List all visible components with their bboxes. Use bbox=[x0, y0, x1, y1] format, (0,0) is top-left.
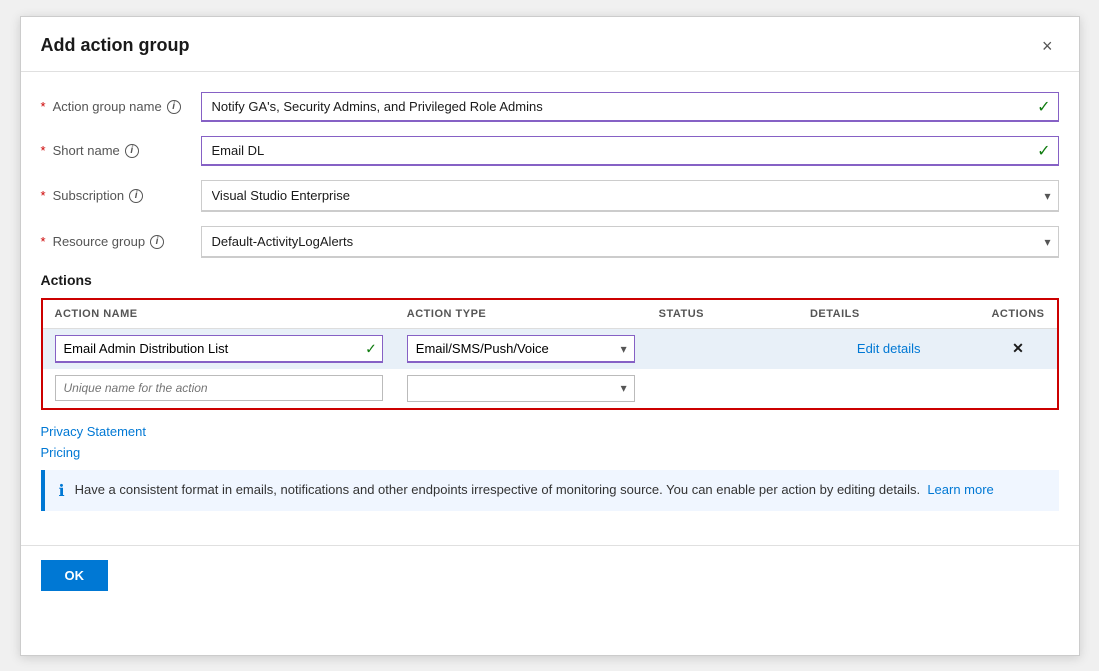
short-name-control: ✓ bbox=[201, 136, 1059, 166]
dialog-header: Add action group × bbox=[21, 17, 1079, 72]
required-star: * bbox=[41, 143, 46, 158]
close-button[interactable]: × bbox=[1036, 33, 1059, 59]
action-name-check-icon: ✓ bbox=[365, 340, 377, 357]
empty-status-cell bbox=[647, 369, 798, 408]
subscription-row: * Subscription i Visual Studio Enterpris… bbox=[41, 180, 1059, 212]
action-type-select[interactable]: Email/SMS/Push/Voice Automation Runbook … bbox=[407, 335, 635, 363]
required-star: * bbox=[41, 188, 46, 203]
add-action-group-dialog: Add action group × * Action group name i… bbox=[20, 16, 1080, 656]
action-name-cell: ✓ bbox=[43, 328, 395, 369]
empty-action-name-cell bbox=[43, 369, 395, 408]
short-name-check-icon: ✓ bbox=[1037, 141, 1050, 161]
table-empty-row: Email/SMS/Push/Voice Automation Runbook … bbox=[43, 369, 1057, 408]
resource-group-select-wrapper: Default-ActivityLogAlerts ▾ bbox=[201, 226, 1059, 258]
ok-button[interactable]: OK bbox=[41, 560, 109, 591]
action-group-name-check-icon: ✓ bbox=[1037, 97, 1050, 117]
short-name-row: * Short name i ✓ bbox=[41, 136, 1059, 166]
required-star: * bbox=[41, 99, 46, 114]
learn-more-link[interactable]: Learn more bbox=[927, 482, 993, 497]
empty-type-select-wrapper: Email/SMS/Push/Voice Automation Runbook … bbox=[407, 375, 635, 402]
resource-group-select[interactable]: Default-ActivityLogAlerts bbox=[201, 226, 1059, 258]
pricing-item: Pricing bbox=[41, 445, 1059, 460]
info-banner: ℹ Have a consistent format in emails, no… bbox=[41, 470, 1059, 511]
label-text: Short name bbox=[53, 143, 120, 158]
subscription-info-icon[interactable]: i bbox=[129, 189, 143, 203]
actions-section-title: Actions bbox=[41, 272, 1059, 288]
short-name-label: * Short name i bbox=[41, 143, 201, 158]
required-star: * bbox=[41, 234, 46, 249]
action-name-wrapper: ✓ bbox=[55, 335, 383, 363]
details-cell: Edit details bbox=[798, 328, 980, 369]
subscription-select[interactable]: Visual Studio Enterprise bbox=[201, 180, 1059, 212]
label-text: Resource group bbox=[53, 234, 146, 249]
subscription-select-wrapper: Visual Studio Enterprise ▾ bbox=[201, 180, 1059, 212]
info-banner-text: Have a consistent format in emails, noti… bbox=[75, 480, 994, 500]
resource-group-info-icon[interactable]: i bbox=[150, 235, 164, 249]
resource-group-control: Default-ActivityLogAlerts ▾ bbox=[201, 226, 1059, 258]
label-text: Action group name bbox=[53, 99, 162, 114]
actions-table-wrapper: ACTION NAME ACTION TYPE STATUS DETAILS A… bbox=[41, 298, 1059, 410]
new-action-type-select[interactable]: Email/SMS/Push/Voice Automation Runbook … bbox=[407, 375, 635, 402]
actions-section: Actions ACTION NAME ACTION TYPE STATUS D… bbox=[41, 272, 1059, 511]
action-group-name-control: ✓ bbox=[201, 92, 1059, 122]
resource-group-row: * Resource group i Default-ActivityLogAl… bbox=[41, 226, 1059, 258]
action-type-select-wrapper: Email/SMS/Push/Voice Automation Runbook … bbox=[407, 335, 635, 363]
empty-details-cell bbox=[798, 369, 980, 408]
short-name-info-icon[interactable]: i bbox=[125, 144, 139, 158]
col-header-actions: ACTIONS bbox=[979, 300, 1056, 329]
label-text: Subscription bbox=[53, 188, 125, 203]
dialog-body: * Action group name i ✓ * Short name i ✓ bbox=[21, 72, 1079, 537]
short-name-input[interactable] bbox=[201, 136, 1059, 166]
action-group-name-label: * Action group name i bbox=[41, 99, 201, 114]
action-name-field[interactable] bbox=[55, 335, 383, 363]
subscription-control: Visual Studio Enterprise ▾ bbox=[201, 180, 1059, 212]
actions-table-body: ✓ Email/SMS/Push/Voice Automation Runboo… bbox=[43, 328, 1057, 408]
action-group-name-info-icon[interactable]: i bbox=[167, 100, 181, 114]
action-group-name-input[interactable] bbox=[201, 92, 1059, 122]
dialog-title: Add action group bbox=[41, 35, 190, 56]
status-cell bbox=[647, 328, 798, 369]
empty-action-type-cell: Email/SMS/Push/Voice Automation Runbook … bbox=[395, 369, 647, 408]
dialog-footer: OK bbox=[21, 545, 1079, 605]
pricing-link[interactable]: Pricing bbox=[41, 445, 81, 460]
table-row: ✓ Email/SMS/Push/Voice Automation Runboo… bbox=[43, 328, 1057, 369]
edit-details-link[interactable]: Edit details bbox=[857, 341, 921, 356]
actions-table-header-row: ACTION NAME ACTION TYPE STATUS DETAILS A… bbox=[43, 300, 1057, 329]
delete-cell: ✕ bbox=[979, 328, 1056, 369]
actions-table: ACTION NAME ACTION TYPE STATUS DETAILS A… bbox=[43, 300, 1057, 408]
empty-actions-cell bbox=[979, 369, 1056, 408]
col-header-status: STATUS bbox=[647, 300, 798, 329]
actions-table-head: ACTION NAME ACTION TYPE STATUS DETAILS A… bbox=[43, 300, 1057, 329]
action-type-cell: Email/SMS/Push/Voice Automation Runbook … bbox=[395, 328, 647, 369]
privacy-statement-link[interactable]: Privacy Statement bbox=[41, 424, 147, 439]
col-header-action-type: ACTION TYPE bbox=[395, 300, 647, 329]
action-group-name-row: * Action group name i ✓ bbox=[41, 92, 1059, 122]
col-header-details: DETAILS bbox=[798, 300, 980, 329]
info-banner-icon: ℹ bbox=[59, 481, 65, 501]
new-action-name-input[interactable] bbox=[55, 375, 383, 401]
subscription-label: * Subscription i bbox=[41, 188, 201, 203]
col-header-action-name: ACTION NAME bbox=[43, 300, 395, 329]
links-section: Privacy Statement Pricing bbox=[41, 424, 1059, 460]
privacy-statement-item: Privacy Statement bbox=[41, 424, 1059, 439]
resource-group-label: * Resource group i bbox=[41, 234, 201, 249]
delete-action-icon[interactable]: ✕ bbox=[1012, 340, 1024, 356]
